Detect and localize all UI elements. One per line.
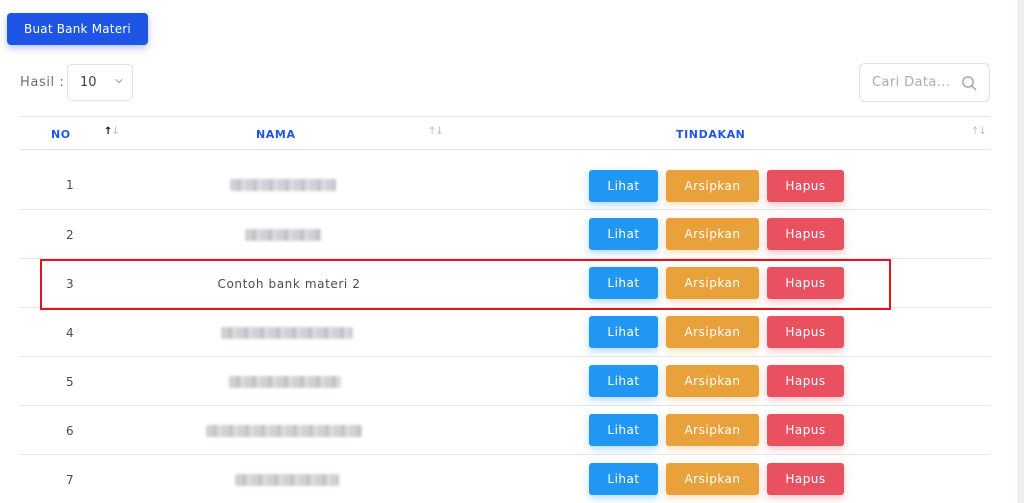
page-size-value: 10 [80, 75, 97, 90]
page-size-label: Hasil : [20, 75, 65, 90]
archive-button[interactable]: Arsipkan [666, 170, 759, 202]
table-row: 2 Lihat Arsipkan Hapus [20, 210, 990, 259]
table-body: 1 Lihat Arsipkan Hapus 2 Lihat Arsipkan Hapus 3 C… [20, 150, 990, 503]
row-number: 5 [66, 375, 74, 389]
column-header-nama[interactable]: NAMA [256, 128, 296, 141]
view-button[interactable]: Lihat [589, 316, 658, 348]
delete-button[interactable]: Hapus [767, 267, 844, 299]
delete-button[interactable]: Hapus [767, 170, 844, 202]
view-button[interactable]: Lihat [589, 170, 658, 202]
table-row: 6 Lihat Arsipkan Hapus [20, 406, 990, 455]
chevron-down-icon [115, 79, 123, 84]
row-name-redacted [229, 376, 341, 388]
delete-button[interactable]: Hapus [767, 463, 844, 495]
view-button[interactable]: Lihat [589, 218, 658, 250]
view-button[interactable]: Lihat [589, 414, 658, 446]
row-number: 4 [66, 326, 74, 340]
row-name-redacted [235, 474, 339, 486]
delete-button[interactable]: Hapus [767, 218, 844, 250]
create-bank-materi-button[interactable]: Buat Bank Materi [7, 13, 148, 45]
row-number: 7 [66, 473, 74, 487]
row-number: 2 [66, 228, 74, 242]
row-number: 1 [66, 178, 74, 192]
table-row: 1 Lihat Arsipkan Hapus [20, 150, 990, 210]
archive-button[interactable]: Arsipkan [666, 414, 759, 446]
table-row: 3 Contoh bank materi 2 Lihat Arsipkan Hapus [20, 259, 990, 308]
search-box[interactable] [859, 63, 990, 102]
table-header: NO ↑↓ NAMA ↑↓ TINDAKAN ↑↓ [20, 116, 990, 150]
view-button[interactable]: Lihat [589, 463, 658, 495]
view-button[interactable]: Lihat [589, 365, 658, 397]
sort-icon-no[interactable]: ↑↓ [104, 126, 120, 137]
delete-button[interactable]: Hapus [767, 414, 844, 446]
page-size-select[interactable]: 10 [67, 64, 133, 101]
search-input[interactable] [872, 75, 956, 90]
archive-button[interactable]: Arsipkan [666, 316, 759, 348]
row-name: Contoh bank materi 2 [217, 277, 361, 291]
delete-button[interactable]: Hapus [767, 316, 844, 348]
row-name-redacted [230, 179, 336, 191]
table-row: 7 Lihat Arsipkan Hapus [20, 455, 990, 503]
table-row: 5 Lihat Arsipkan Hapus [20, 357, 990, 406]
delete-button[interactable]: Hapus [767, 365, 844, 397]
sort-icon-tindakan[interactable]: ↑↓ [971, 126, 987, 137]
search-icon[interactable] [961, 75, 977, 91]
row-name-redacted [221, 327, 353, 339]
sort-arrow-icon: ↑↓ [104, 126, 120, 137]
row-name-redacted [206, 425, 362, 437]
row-number: 6 [66, 424, 74, 438]
sort-icon-nama[interactable]: ↑↓ [428, 126, 444, 137]
archive-button[interactable]: Arsipkan [666, 267, 759, 299]
archive-button[interactable]: Arsipkan [666, 218, 759, 250]
column-header-tindakan[interactable]: TINDAKAN [676, 128, 746, 141]
page-scrollbar-edge[interactable] [1018, 0, 1024, 503]
archive-button[interactable]: Arsipkan [666, 365, 759, 397]
row-number: 3 [66, 277, 74, 291]
view-button[interactable]: Lihat [589, 267, 658, 299]
archive-button[interactable]: Arsipkan [666, 463, 759, 495]
bank-materi-table: NO ↑↓ NAMA ↑↓ TINDAKAN ↑↓ 1 Lihat Arsipkan… [20, 116, 990, 503]
column-header-no[interactable]: NO [51, 128, 71, 141]
row-name-redacted [245, 229, 321, 241]
table-row: 4 Lihat Arsipkan Hapus [20, 308, 990, 357]
